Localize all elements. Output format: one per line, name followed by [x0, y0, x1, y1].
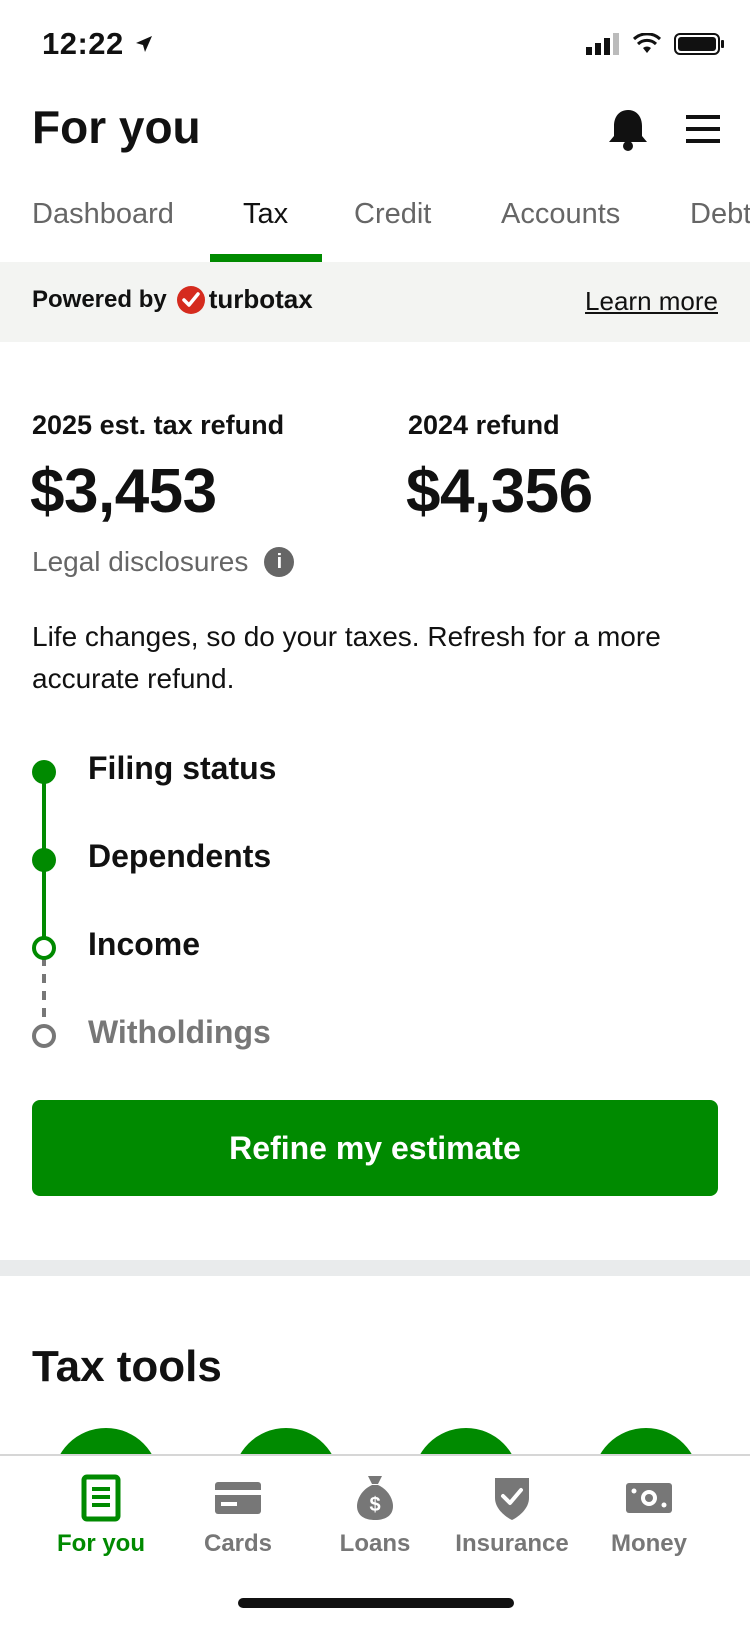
nav-insurance[interactable]: Insurance	[442, 1474, 582, 1558]
nav-for-you-label: For you	[57, 1530, 145, 1557]
money-bag-icon: $	[357, 1476, 393, 1520]
refresh-description: Life changes, so do your taxes. Refresh …	[32, 621, 661, 694]
nav-cards[interactable]: Cards	[168, 1474, 308, 1558]
status-bar-indicators	[586, 32, 726, 56]
step-income: Income	[88, 926, 201, 962]
page-title: For you	[32, 101, 201, 153]
estimated-refund-amount: $3,453	[30, 457, 217, 526]
tab-bar: Dashboard Tax Credit Accounts Debt	[0, 190, 750, 270]
tab-accounts[interactable]: Accounts	[501, 198, 620, 231]
battery-icon	[674, 33, 724, 55]
status-bar-time: 12:22	[42, 26, 154, 62]
step-current-dot	[32, 936, 56, 960]
powered-by-label: Powered by	[32, 285, 167, 313]
home-indicator	[238, 1598, 514, 1608]
nav-for-you[interactable]: For you	[31, 1474, 171, 1558]
cash-icon	[626, 1483, 672, 1513]
powered-by-banner: Powered by turbotax Learn more	[0, 262, 750, 342]
nav-loans-label: Loans	[339, 1530, 411, 1557]
info-icon[interactable]: i	[264, 547, 295, 577]
previous-refund-label: 2024 refund	[408, 410, 560, 440]
location-arrow-icon	[135, 36, 152, 52]
checkmark-circle-icon	[176, 285, 205, 314]
header-actions	[606, 106, 720, 152]
tab-credit[interactable]: Credit	[354, 198, 431, 231]
learn-more-link[interactable]: Learn more	[585, 286, 718, 317]
nav-loans[interactable]: $ Loans	[305, 1474, 445, 1558]
status-time: 12:22	[42, 26, 124, 61]
card-icon	[215, 1482, 261, 1514]
step-complete-dot	[32, 848, 56, 872]
shield-icon	[495, 1478, 529, 1520]
document-icon	[81, 1474, 121, 1522]
turbotax-logo: turbotax	[176, 284, 313, 315]
section-divider	[0, 1260, 750, 1276]
step-dependents: Dependents	[88, 838, 272, 874]
nav-cards-label: Cards	[203, 1530, 273, 1557]
nav-money-label: Money	[610, 1530, 687, 1557]
tab-tax[interactable]: Tax	[243, 198, 288, 231]
step-witholdings: Witholdings	[88, 1014, 271, 1050]
nav-money[interactable]: Money	[579, 1474, 719, 1558]
previous-refund-amount: $4,356	[406, 457, 593, 526]
legal-disclosures[interactable]: Legal disclosures i	[32, 546, 295, 578]
estimated-refund-label: 2025 est. tax refund	[32, 410, 285, 440]
turbotax-brand: turbotax	[208, 284, 313, 314]
legal-disclosures-label: Legal disclosures	[32, 546, 249, 577]
wifi-icon	[632, 33, 662, 53]
step-complete-dot	[32, 760, 56, 784]
active-tab-indicator	[210, 254, 322, 262]
tax-tools-title: Tax tools	[32, 1342, 222, 1391]
tab-dashboard[interactable]: Dashboard	[32, 198, 174, 231]
nav-insurance-label: Insurance	[455, 1530, 569, 1557]
menu-icon[interactable]	[686, 115, 720, 143]
step-pending-dot	[32, 1024, 56, 1048]
bottom-navigation: For you Cards $ Loans Insurance Money	[0, 1454, 750, 1626]
step-filing-status: Filing status	[88, 750, 277, 786]
signal-icon	[586, 33, 619, 55]
refine-estimate-button[interactable]: Refine my estimate	[32, 1100, 718, 1196]
svg-text:$: $	[369, 1494, 380, 1516]
progress-track	[32, 760, 56, 1048]
tab-debt[interactable]: Debt	[690, 198, 750, 231]
powered-by: Powered by turbotax	[32, 284, 313, 315]
notification-bell-icon[interactable]	[606, 106, 650, 152]
